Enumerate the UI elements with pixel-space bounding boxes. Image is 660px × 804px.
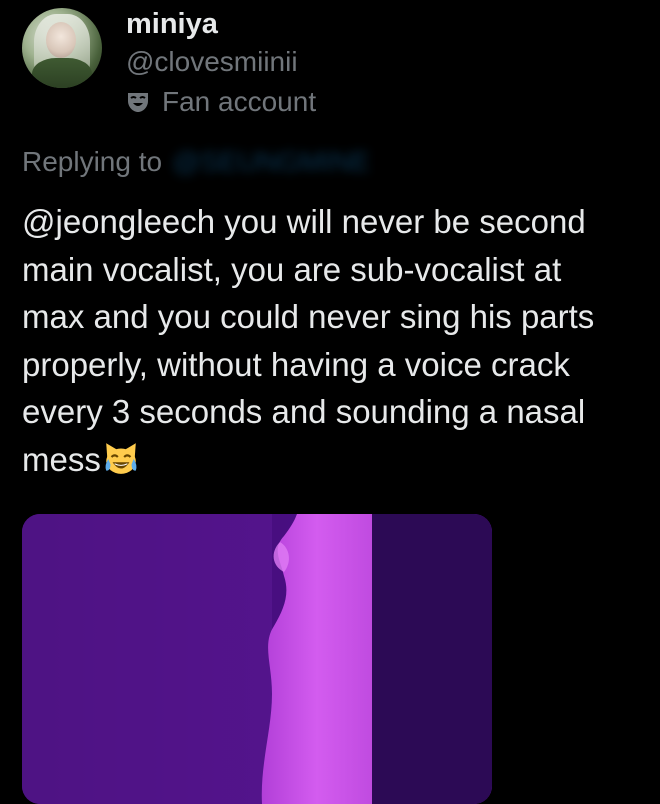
- avatar[interactable]: [22, 8, 102, 88]
- avatar-face: [46, 22, 76, 58]
- avatar-body: [32, 58, 92, 88]
- replying-to-label: Replying to: [22, 146, 163, 177]
- reply-target-handle[interactable]: @SEUNGMINE: [172, 146, 370, 178]
- tweet-body: @jeongleech you will never be second mai…: [22, 203, 595, 478]
- replying-to: Replying to @SEUNGMINE: [22, 142, 370, 182]
- tweet-text: @jeongleech you will never be second mai…: [22, 198, 658, 483]
- tweet-media-video[interactable]: [22, 514, 492, 804]
- user-handle[interactable]: @clovesmiinii: [126, 46, 298, 78]
- theater-mask-icon: [128, 93, 148, 112]
- display-name[interactable]: miniya: [126, 8, 218, 41]
- grinning-cat-with-tears-of-joy-icon: [105, 442, 137, 474]
- account-label: Fan account: [126, 84, 316, 120]
- media-frame: [22, 514, 492, 804]
- fan-account-label: Fan account: [162, 86, 317, 117]
